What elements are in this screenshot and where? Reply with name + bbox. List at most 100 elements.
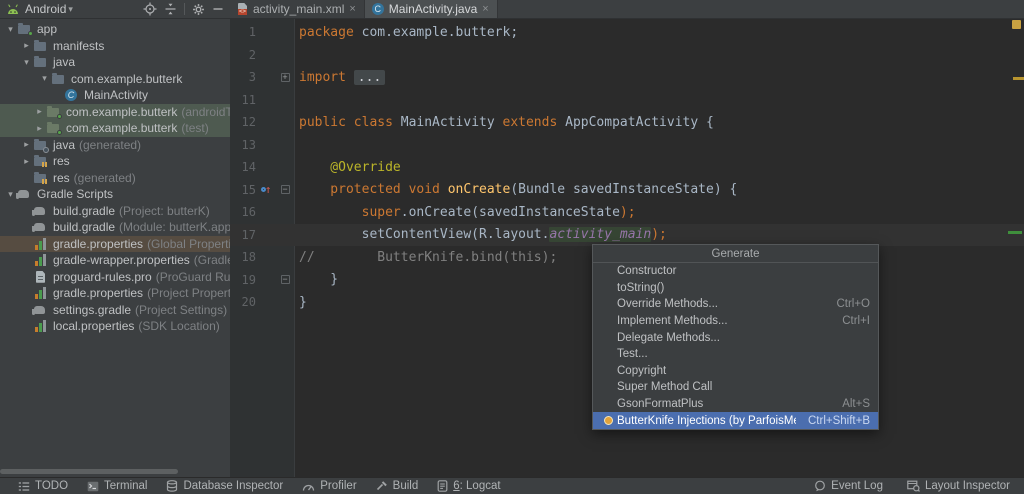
- fold-collapse-icon[interactable]: −: [280, 185, 290, 195]
- warning-stripe-mark[interactable]: [1013, 77, 1024, 80]
- tree-item-res-generated[interactable]: res (generated): [0, 170, 230, 187]
- tree-item-settings-gradle[interactable]: settings.gradle (Project Settings): [0, 302, 230, 319]
- tree-item-package-butterk[interactable]: com.example.butterk: [0, 71, 230, 88]
- overriding-method-icon[interactable]: ↑: [260, 184, 271, 195]
- settings-gear-icon[interactable]: [192, 3, 205, 16]
- chevron-down-icon[interactable]: [38, 73, 51, 84]
- chevron-right-icon[interactable]: [33, 123, 46, 134]
- toolbar-divider: [184, 3, 185, 15]
- properties-file-icon: [33, 254, 48, 267]
- layout-inspector-button[interactable]: Layout Inspector: [907, 480, 1010, 492]
- tree-item-build-gradle-module[interactable]: build.gradle (Module: butterK.app): [0, 219, 230, 236]
- chevron-down-icon[interactable]: [20, 57, 33, 68]
- tree-item-local-properties[interactable]: local.properties (SDK Location): [0, 318, 230, 335]
- code-line: 14 @Override: [241, 159, 401, 175]
- status-bar: TODO Terminal Database Inspector Profile…: [0, 477, 1024, 494]
- tree-item-res[interactable]: res: [0, 153, 230, 170]
- chevron-right-icon[interactable]: [20, 40, 33, 51]
- event-log-icon: [815, 480, 826, 492]
- menu-item-super-method-call[interactable]: Super Method Call: [593, 379, 878, 396]
- folded-imports[interactable]: ...: [353, 69, 386, 85]
- res-folder-icon: [33, 171, 48, 184]
- tree-item-gradle-scripts[interactable]: Gradle Scripts: [0, 186, 230, 203]
- tree-item-build-gradle-project[interactable]: build.gradle (Project: butterK): [0, 203, 230, 220]
- horizontal-scrollbar[interactable]: [0, 469, 178, 474]
- chevron-down-icon[interactable]: ▾: [68, 4, 73, 15]
- tab-mainactivity-java[interactable]: C MainActivity.java ×: [364, 0, 498, 18]
- test-package-folder-icon: [46, 105, 62, 119]
- tree-item-java-generated[interactable]: java (generated): [0, 137, 230, 154]
- android-studio-window: Android ▾ <> activity_main.xml × C MainA…: [0, 0, 1024, 494]
- tab-activity-main-xml[interactable]: <> activity_main.xml ×: [230, 0, 365, 18]
- popup-title: Generate: [593, 245, 878, 263]
- project-view-selector[interactable]: Android: [25, 2, 66, 16]
- android-icon: [8, 3, 18, 14]
- logcat-icon: [437, 480, 448, 492]
- folder-icon: [33, 39, 48, 52]
- hide-panel-icon[interactable]: [212, 3, 224, 15]
- build-hammer-icon: [376, 481, 387, 491]
- menu-item-constructor[interactable]: Constructor: [593, 263, 878, 280]
- menu-item-delegate-methods[interactable]: Delegate Methods...: [593, 329, 878, 346]
- profiler-gauge-icon: [303, 484, 315, 491]
- code-line-current: 17 setContentView(R.layout.activity_main…: [230, 223, 1024, 246]
- chevron-down-icon[interactable]: [4, 24, 17, 35]
- xml-file-icon: <>: [237, 3, 248, 15]
- gradle-elephant-icon: [32, 304, 48, 316]
- toolwindow-database-inspector[interactable]: Database Inspector: [166, 480, 283, 492]
- java-class-icon: C: [371, 3, 384, 15]
- toolwindow-todo[interactable]: TODO: [18, 480, 68, 492]
- generated-folder-icon: [33, 138, 49, 153]
- tree-item-mainactivity[interactable]: C MainActivity: [0, 87, 230, 104]
- menu-item-gsonformatplus[interactable]: GsonFormatPlus Alt+S: [593, 396, 878, 413]
- locate-file-icon[interactable]: [143, 2, 157, 16]
- properties-file-icon: [33, 320, 48, 333]
- tree-item-gradle-wrapper-properties[interactable]: gradle-wrapper.properties (Gradle Vers: [0, 252, 230, 269]
- tree-item-app[interactable]: app: [0, 21, 230, 38]
- menu-item-implement-methods[interactable]: Implement Methods... Ctrl+I: [593, 313, 878, 330]
- toolwindow-logcat[interactable]: 6: Logcat: [437, 480, 501, 492]
- test-package-folder-icon: [46, 122, 62, 136]
- tree-item-proguard-rules[interactable]: proguard-rules.pro (ProGuard Rules fo: [0, 269, 230, 286]
- collapse-all-icon[interactable]: [164, 2, 177, 16]
- inspections-status-marker[interactable]: [1012, 20, 1021, 29]
- menu-item-test[interactable]: Test...: [593, 346, 878, 363]
- close-icon[interactable]: ×: [482, 3, 488, 15]
- tree-item-manifests[interactable]: manifests: [0, 38, 230, 55]
- code-line: 1 package com.example.butterk;: [248, 24, 519, 40]
- toolwindow-profiler[interactable]: Profiler: [302, 480, 357, 492]
- tree-item-package-androidtest[interactable]: com.example.butterk (androidTest): [0, 103, 230, 120]
- chevron-right-icon[interactable]: [20, 156, 33, 167]
- fold-collapse-icon[interactable]: −: [280, 275, 290, 285]
- properties-file-icon: [33, 287, 48, 300]
- toolwindow-terminal[interactable]: Terminal: [87, 480, 147, 492]
- java-class-icon: C: [64, 89, 79, 102]
- project-tree: app manifests java com.example.butterk: [0, 19, 230, 335]
- top-bar: Android ▾ <> activity_main.xml × C MainA…: [0, 0, 1024, 19]
- todo-icon: [18, 481, 30, 491]
- menu-item-copyright[interactable]: Copyright: [593, 363, 878, 380]
- usage-stripe-mark[interactable]: [1008, 231, 1022, 234]
- code-line: 13: [241, 137, 256, 152]
- gradle-elephant-icon: [16, 188, 32, 200]
- fold-expand-icon[interactable]: +: [280, 72, 290, 82]
- chevron-right-icon[interactable]: [20, 139, 33, 150]
- menu-item-override-methods[interactable]: Override Methods... Ctrl+O: [593, 296, 878, 313]
- toolwindow-build[interactable]: Build: [376, 480, 418, 492]
- file-icon: [33, 270, 48, 283]
- res-folder-icon: [33, 155, 48, 168]
- close-icon[interactable]: ×: [349, 3, 355, 15]
- code-line: 11: [241, 92, 256, 107]
- code-line: 16 super.onCreate(savedInstanceState);: [241, 204, 636, 220]
- chevron-right-icon[interactable]: [33, 106, 46, 117]
- database-icon: [167, 480, 178, 492]
- tree-item-package-test[interactable]: com.example.butterk (test): [0, 120, 230, 137]
- menu-item-tostring[interactable]: toString(): [593, 280, 878, 297]
- tree-item-java[interactable]: java: [0, 54, 230, 71]
- layout-inspector-icon: [907, 480, 920, 492]
- tree-item-gradle-properties-project[interactable]: gradle.properties (Project Properties): [0, 285, 230, 302]
- menu-item-butterknife-injections[interactable]: ButterKnife Injections (by ParfoisMeng) …: [593, 412, 878, 429]
- tree-item-gradle-properties-global[interactable]: gradle.properties (Global Properties): [0, 235, 230, 252]
- event-log-button[interactable]: Event Log: [814, 480, 883, 492]
- code-line: 12 public class MainActivity extends App…: [241, 114, 714, 130]
